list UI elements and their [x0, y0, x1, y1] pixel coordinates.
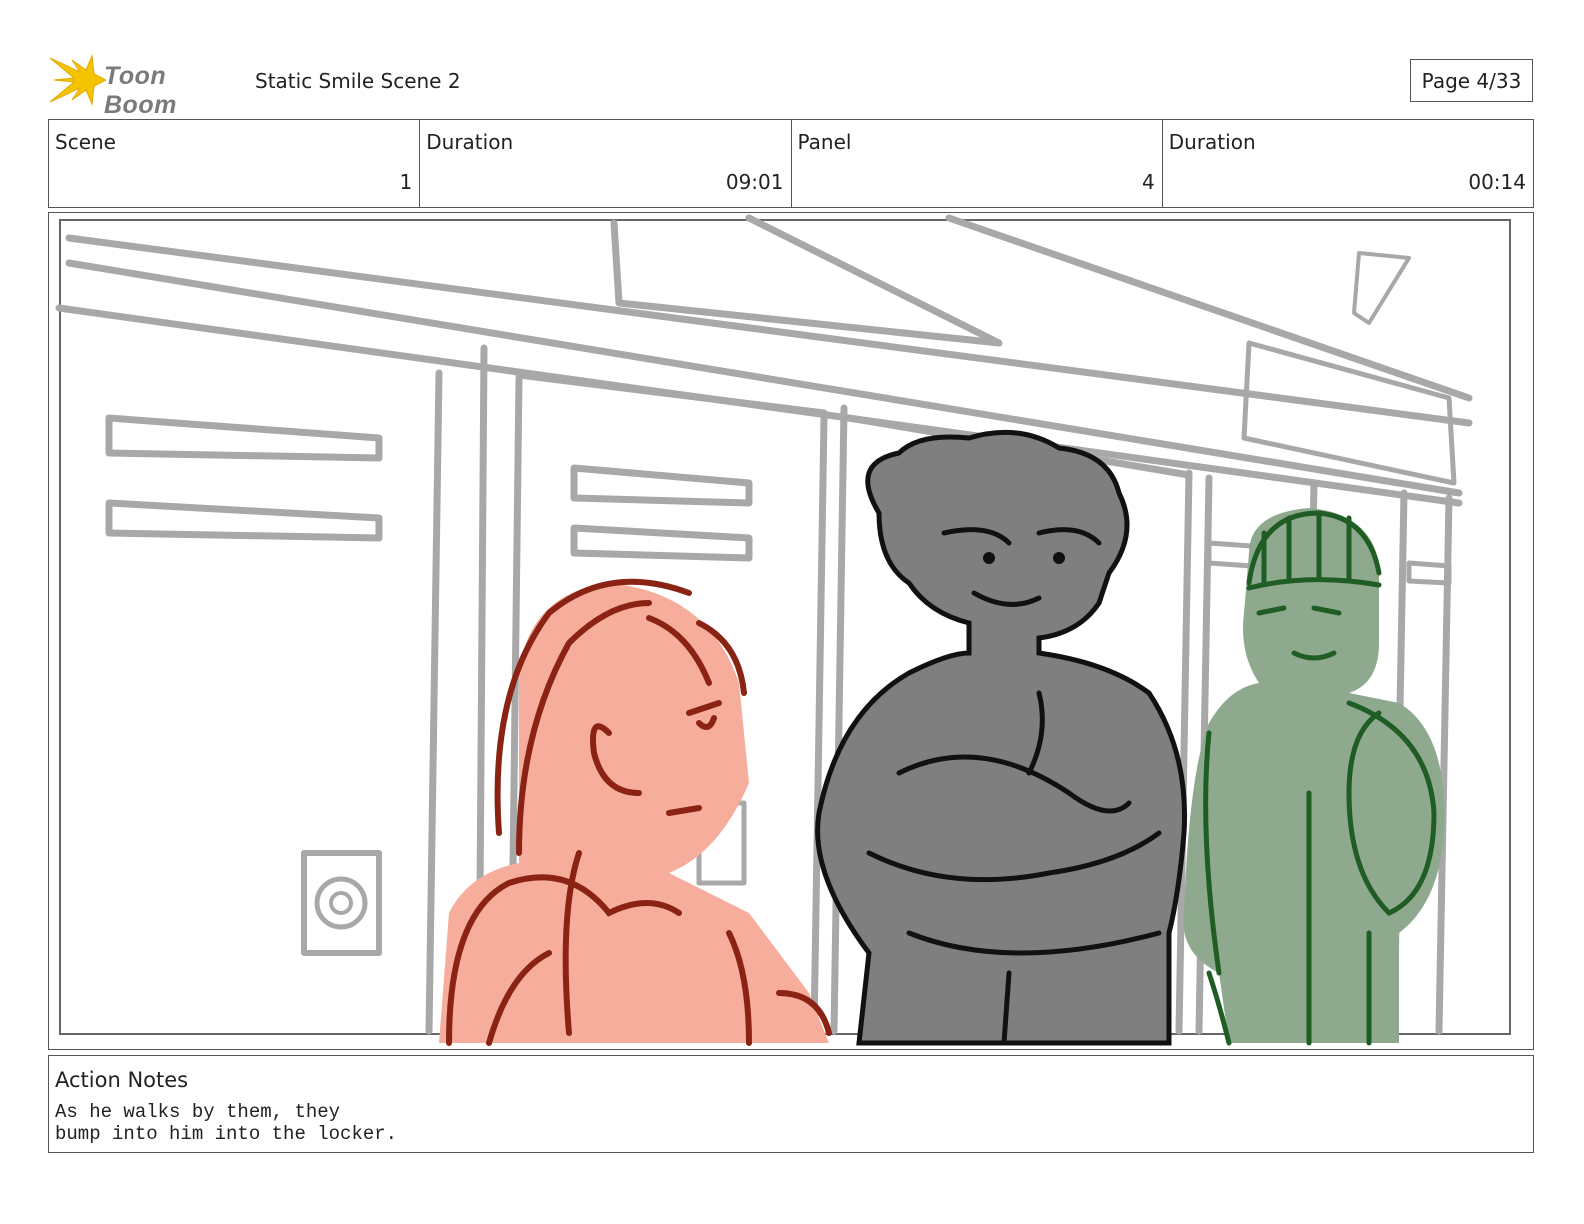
storyboard-panel: [48, 212, 1534, 1050]
action-notes-text: As he walks by them, they bump into him …: [55, 1101, 398, 1145]
logo-text: Toon Boom: [104, 62, 177, 119]
toon-boom-logo: Toon Boom: [49, 54, 240, 119]
panel-duration-cell: Duration 00:14: [1161, 120, 1533, 207]
page-indicator: Page 4/33: [1410, 59, 1533, 102]
scene-duration-label: Duration: [426, 130, 514, 154]
scene-duration-value: 09:01: [725, 170, 784, 194]
panel-duration-value: 00:14: [1468, 170, 1526, 194]
panel-label: Panel: [797, 130, 852, 154]
logo-star-icon: [49, 54, 108, 106]
panel-cell: Panel 4: [790, 120, 1162, 207]
action-notes: Action Notes As he walks by them, they b…: [48, 1055, 1534, 1153]
panel-value: 4: [1142, 170, 1155, 194]
info-table: Scene 1 Duration 09:01 Panel 4 Duration …: [48, 119, 1534, 208]
scene-cell: Scene 1: [49, 120, 419, 207]
scene-label: Scene: [55, 130, 116, 154]
scene-duration-cell: Duration 09:01: [419, 120, 790, 207]
document-title: Static Smile Scene 2: [255, 69, 461, 93]
panel-duration-label: Duration: [1168, 130, 1256, 154]
action-notes-title: Action Notes: [55, 1068, 189, 1092]
scene-value: 1: [399, 170, 413, 194]
panel-sketch: [55, 214, 1511, 1046]
